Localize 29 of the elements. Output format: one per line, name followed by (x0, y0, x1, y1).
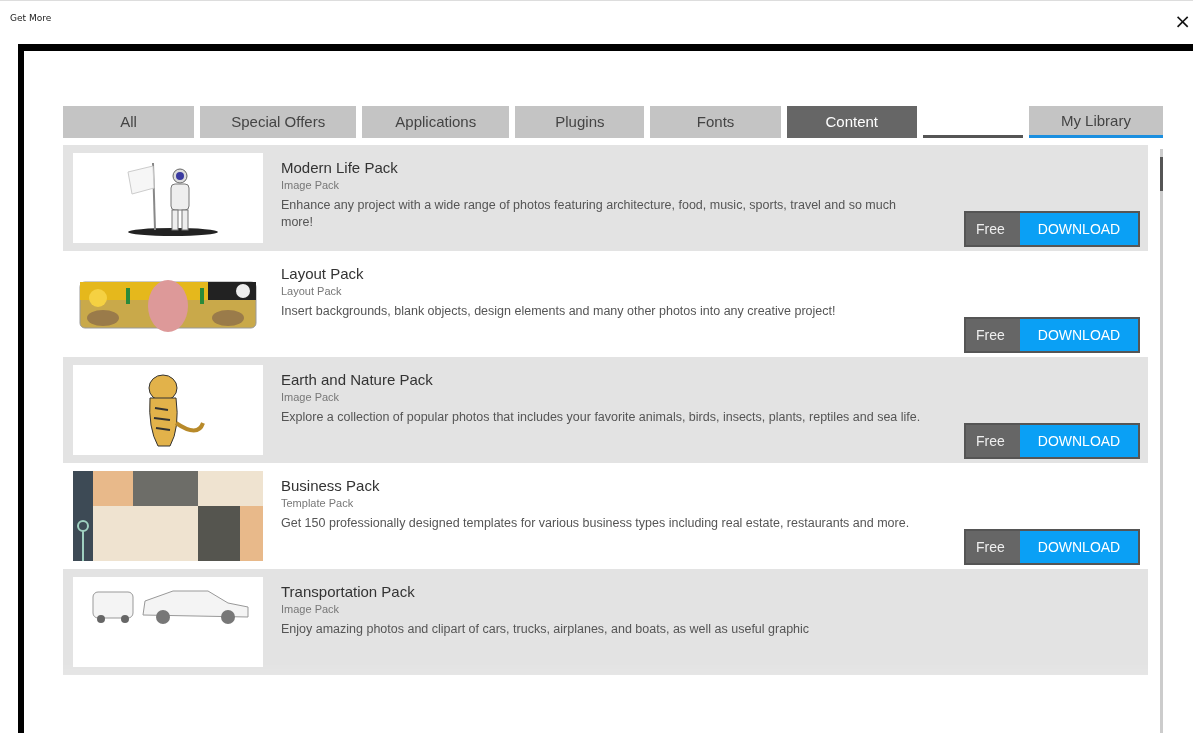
close-button[interactable]: × (1172, 13, 1193, 29)
pack-title: Modern Life Pack (281, 158, 399, 176)
price-label: Free (966, 530, 1020, 563)
pack-title: Layout Pack (281, 264, 365, 282)
pack-description: Explore a collection of popular photos that includes your favorite animals, birds, insects, plants, reptiles and sea life. (281, 408, 922, 426)
scrollbar-thumb[interactable] (1160, 156, 1163, 191)
pack-title: Earth and Nature Pack (281, 370, 434, 388)
pack-description: Enhance any project with a wide range of photos featuring architecture, food, music, sports, travel and so much more! (281, 196, 897, 231)
category-tab[interactable]: Special Offers (200, 105, 357, 138)
pack-type: Image Pack (281, 178, 341, 191)
category-tab[interactable]: All (63, 105, 195, 138)
pack-description: Enjoy amazing photos and clipart of cars, trucks, airplanes, and boats, as well as useful graphic (281, 620, 811, 638)
library-tab[interactable]: My Library (1028, 105, 1163, 138)
pack-type: Layout Pack (281, 284, 343, 297)
category-tab[interactable]: Content (786, 105, 917, 138)
category-tab[interactable]: Plugins (515, 105, 645, 138)
category-tab[interactable]: Applications (362, 105, 510, 138)
category-tab[interactable]: Fonts (650, 105, 781, 138)
pack-title: Business Pack (281, 476, 381, 494)
pack-type: Template Pack (281, 496, 355, 509)
pack-description: Insert backgrounds, blank objects, design elements and many other photos into any creative project! (281, 302, 837, 320)
pack-type: Image Pack (281, 602, 341, 615)
price-label: Free (966, 318, 1020, 351)
pack-description: Get 150 professionally designed templates for various business types including real estate, restaurants and more. (281, 514, 911, 532)
price-label: Free (966, 424, 1020, 457)
price-label: Free (966, 212, 1020, 245)
window-title: Get More (10, 13, 52, 23)
pack-type: Image Pack (281, 390, 341, 403)
pack-title: Transportation Pack (281, 582, 416, 600)
